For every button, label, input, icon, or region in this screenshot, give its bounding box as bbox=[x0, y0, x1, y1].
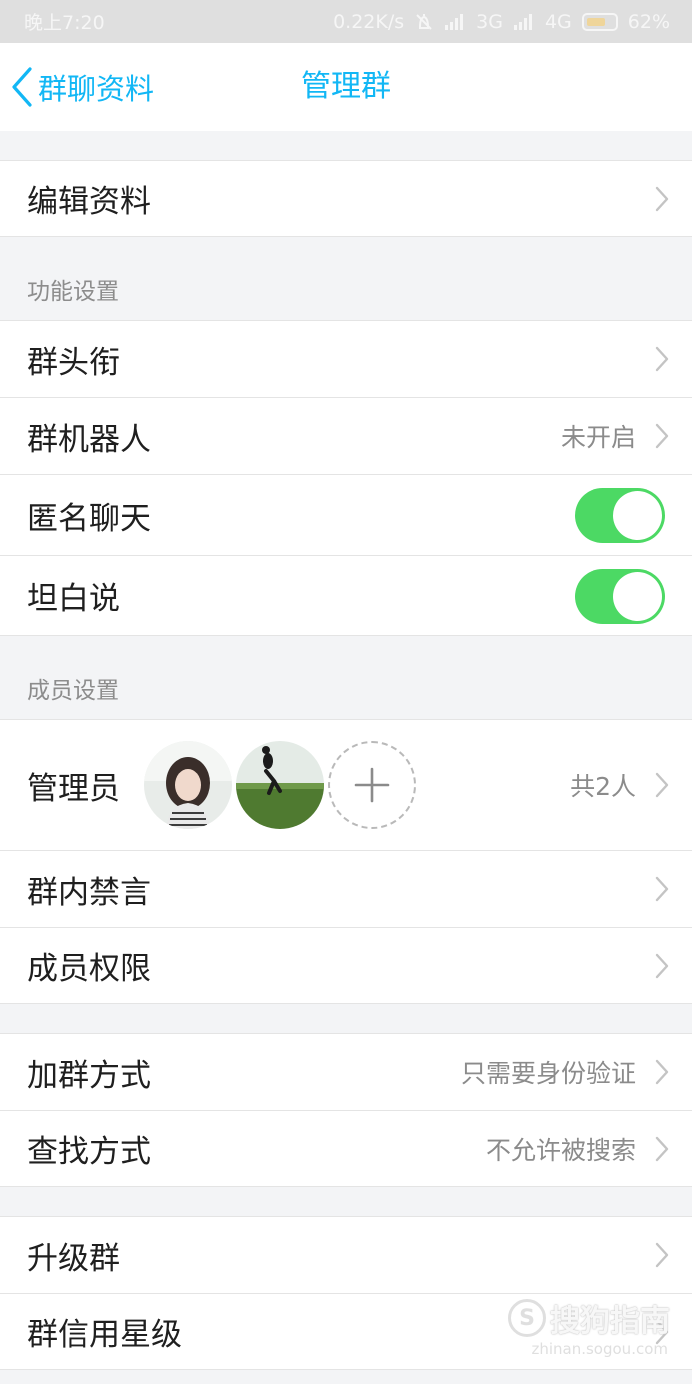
anonymous-chat-toggle[interactable] bbox=[575, 488, 665, 543]
search-method-label: 查找方式 bbox=[27, 1134, 151, 1170]
join-method-label: 加群方式 bbox=[27, 1057, 151, 1094]
battery-icon bbox=[581, 12, 618, 31]
status-bar: 晚上7:20 0.22K/s 3G 4G 62% bbox=[0, 0, 692, 43]
tanbaishuo-label: 坦白说 bbox=[27, 581, 120, 617]
nav-bar: 群聊资料 管理群 bbox=[0, 43, 692, 131]
tanbaishuo-toggle[interactable] bbox=[575, 569, 665, 624]
admins-count: 共2人 bbox=[570, 772, 636, 801]
watermark-url: zhinan.sogou.com bbox=[531, 1340, 668, 1358]
chevron-right-icon bbox=[655, 876, 669, 902]
group-robot-label: 群机器人 bbox=[27, 421, 151, 458]
toggle-knob bbox=[613, 572, 662, 621]
status-time: 晚上7:20 bbox=[24, 12, 105, 34]
member-permissions-label: 成员权限 bbox=[27, 951, 151, 987]
page-title: 管理群 bbox=[301, 69, 391, 104]
credit-level-label: 群信用星级 bbox=[27, 1317, 182, 1353]
upgrade-group-label: 升级群 bbox=[27, 1240, 120, 1277]
signal-icon bbox=[444, 13, 466, 31]
battery-percent: 62% bbox=[627, 10, 670, 33]
chevron-right-icon bbox=[655, 1059, 669, 1085]
chevron-right-icon bbox=[655, 772, 669, 798]
mute-label: 群内禁言 bbox=[27, 874, 151, 911]
join-method-row[interactable]: 加群方式 只需要身份验证 bbox=[0, 1033, 692, 1110]
upgrade-group-row[interactable]: 升级群 bbox=[0, 1216, 692, 1293]
anonymous-chat-row: 匿名聊天 bbox=[0, 474, 692, 555]
chevron-right-icon bbox=[655, 1242, 669, 1268]
admins-row[interactable]: 管理员 共2人 bbox=[0, 719, 692, 850]
alarm-icon bbox=[414, 12, 434, 32]
search-method-value: 不允许被搜索 bbox=[485, 1135, 636, 1165]
network-3g-label: 3G bbox=[476, 10, 503, 33]
group-robot-row[interactable]: 群机器人 未开启 bbox=[0, 397, 692, 474]
chevron-right-icon bbox=[655, 186, 669, 211]
toggle-knob bbox=[613, 491, 662, 540]
group-title-label: 群头衔 bbox=[27, 344, 120, 381]
avatar[interactable] bbox=[236, 741, 324, 829]
plus-icon bbox=[354, 767, 390, 803]
mute-row[interactable]: 群内禁言 bbox=[0, 850, 692, 927]
sogou-logo-icon: S bbox=[508, 1299, 546, 1337]
watermark-text: 搜狗指南 bbox=[550, 1304, 670, 1339]
member-permissions-row[interactable]: 成员权限 bbox=[0, 927, 692, 1004]
network-speed: 0.22K/s bbox=[333, 10, 405, 33]
join-method-value: 只需要身份验证 bbox=[460, 1059, 636, 1088]
group-title-row[interactable]: 群头衔 bbox=[0, 320, 692, 397]
search-method-row[interactable]: 查找方式 不允许被搜索 bbox=[0, 1110, 692, 1187]
tanbaishuo-row: 坦白说 bbox=[0, 555, 692, 636]
status-right: 0.22K/s 3G 4G 62% bbox=[333, 11, 670, 33]
edit-info-row[interactable]: 编辑资料 bbox=[0, 160, 692, 237]
edit-info-label: 编辑资料 bbox=[27, 184, 151, 220]
section-header-function: 功能设置 bbox=[27, 279, 119, 305]
anonymous-chat-label: 匿名聊天 bbox=[27, 500, 151, 537]
section-header-member: 成员设置 bbox=[27, 678, 119, 704]
signal-icon bbox=[513, 13, 535, 31]
avatar[interactable] bbox=[144, 741, 232, 829]
watermark: S 搜狗指南 bbox=[508, 1296, 670, 1340]
chevron-right-icon bbox=[655, 346, 669, 372]
admins-label: 管理员 bbox=[27, 770, 120, 807]
chevron-right-icon bbox=[655, 1136, 669, 1161]
network-4g-label: 4G bbox=[544, 10, 572, 33]
chevron-right-icon bbox=[655, 953, 669, 978]
group-robot-status: 未开启 bbox=[560, 423, 636, 452]
chevron-right-icon bbox=[655, 423, 669, 449]
add-admin-button[interactable] bbox=[328, 741, 416, 829]
